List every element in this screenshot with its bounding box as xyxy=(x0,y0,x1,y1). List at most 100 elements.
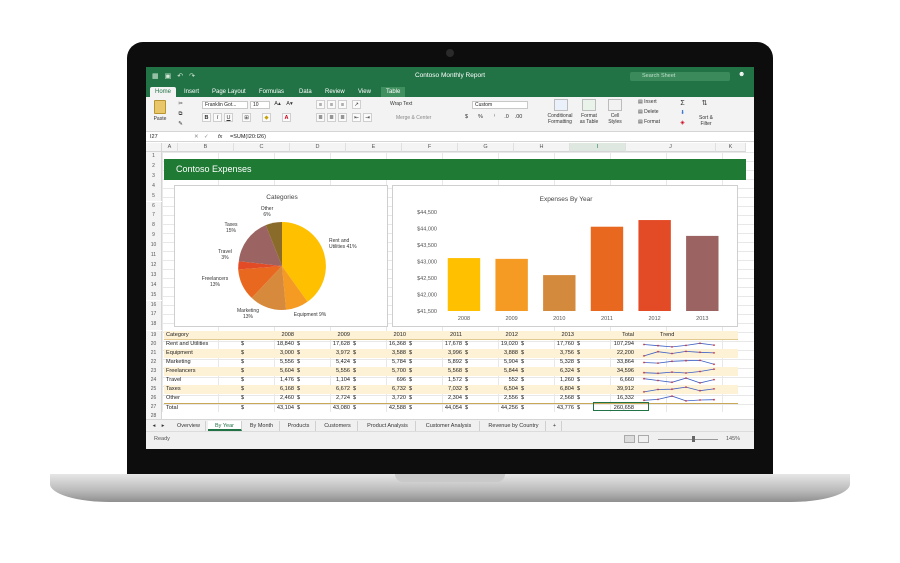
zoom-slider[interactable] xyxy=(658,439,718,440)
tab-table[interactable]: Table xyxy=(381,87,406,97)
align-right-icon[interactable]: ≣ xyxy=(338,113,347,122)
format-as-table-icon[interactable] xyxy=(582,99,596,111)
bar-2013[interactable] xyxy=(686,235,719,311)
value-cell[interactable]: 3,756 xyxy=(534,349,574,358)
bar-2008[interactable] xyxy=(447,258,481,311)
value-cell[interactable]: 3,720 xyxy=(366,394,406,403)
tab-formulas[interactable]: Formulas xyxy=(254,87,289,97)
value-cell[interactable]: 3,000 xyxy=(254,349,294,358)
value-cell[interactable]: 1,260 xyxy=(534,376,574,385)
row-header-25[interactable]: 25 xyxy=(146,385,162,394)
row-header-3[interactable]: 3 xyxy=(146,171,162,182)
value-cell[interactable]: 5,604 xyxy=(254,367,294,376)
value-cell[interactable]: 19,020 xyxy=(478,340,518,349)
align-bottom-icon[interactable]: ≡ xyxy=(338,100,347,109)
insert-function-button[interactable]: fx xyxy=(218,132,222,142)
row-header-4[interactable]: 4 xyxy=(146,181,162,192)
row-header-26[interactable]: 26 xyxy=(146,394,162,403)
value-cell[interactable]: 43,104 xyxy=(254,404,294,413)
tab-page-layout[interactable]: Page Layout xyxy=(207,87,251,97)
confirm-formula-icon[interactable]: ✓ xyxy=(204,132,209,142)
value-cell[interactable]: 2,556 xyxy=(478,394,518,403)
page-layout-view-icon[interactable] xyxy=(638,435,649,443)
table-header-cell[interactable]: Total xyxy=(594,331,634,340)
tab-insert[interactable]: Insert xyxy=(179,87,204,97)
merge-center-button[interactable]: Merge & Center xyxy=(396,115,431,121)
row-header-8[interactable]: 8 xyxy=(146,221,162,232)
value-cell[interactable]: 5,904 xyxy=(478,358,518,367)
clear-icon[interactable]: ◈ xyxy=(678,119,687,128)
italic-button[interactable]: I xyxy=(213,113,222,122)
category-cell[interactable]: Rent and Utilities xyxy=(166,340,208,349)
value-cell[interactable]: 107,294 xyxy=(594,340,634,349)
format-cells-button[interactable]: ▤ Format xyxy=(638,119,660,125)
align-middle-icon[interactable]: ≡ xyxy=(327,100,336,109)
value-cell[interactable]: 17,760 xyxy=(534,340,574,349)
row-header-1[interactable]: 1 xyxy=(146,152,162,162)
cell-styles-icon[interactable] xyxy=(608,99,622,111)
indent-increase-icon[interactable]: ⇥ xyxy=(363,113,372,122)
column-header-j[interactable]: J xyxy=(626,143,716,152)
row-header-2[interactable]: 2 xyxy=(146,161,162,172)
sheet-tab[interactable]: Customers xyxy=(318,421,358,431)
align-top-icon[interactable]: ≡ xyxy=(316,100,325,109)
value-cell[interactable]: 5,424 xyxy=(310,358,350,367)
align-left-icon[interactable]: ≣ xyxy=(316,113,325,122)
value-cell[interactable]: 5,844 xyxy=(478,367,518,376)
align-center-icon[interactable]: ≣ xyxy=(327,113,336,122)
normal-view-icon[interactable] xyxy=(624,435,635,443)
value-cell[interactable]: 552 xyxy=(478,376,518,385)
row-header-27[interactable]: 27 xyxy=(146,403,162,412)
row-header-5[interactable]: 5 xyxy=(146,191,162,202)
value-cell[interactable]: 44,256 xyxy=(478,404,518,413)
bar-2009[interactable] xyxy=(495,258,528,311)
cancel-formula-icon[interactable]: ✕ xyxy=(194,132,199,142)
table-header-cell[interactable]: 2009 xyxy=(310,331,350,340)
value-cell[interactable]: 42,588 xyxy=(366,404,406,413)
value-cell[interactable]: 2,460 xyxy=(254,394,294,403)
row-header-6[interactable]: 6 xyxy=(146,201,162,212)
sheet-tab[interactable]: By Year xyxy=(208,421,242,431)
value-cell[interactable]: 6,660 xyxy=(594,376,634,385)
sort-filter-icon[interactable]: ⇅ xyxy=(700,99,709,108)
category-cell[interactable]: Total xyxy=(166,404,178,413)
value-cell[interactable]: 43,776 xyxy=(534,404,574,413)
value-cell[interactable]: 7,032 xyxy=(422,385,462,394)
number-format-select[interactable]: Custom xyxy=(472,101,528,109)
conditional-formatting-button[interactable]: Conditional Formatting xyxy=(544,113,576,125)
row-header-19[interactable]: 19 xyxy=(146,331,162,340)
value-cell[interactable]: 43,080 xyxy=(310,404,350,413)
column-header-a[interactable]: A xyxy=(162,143,178,152)
category-cell[interactable]: Other xyxy=(166,394,180,403)
value-cell[interactable]: 1,104 xyxy=(310,376,350,385)
bar-2011[interactable] xyxy=(590,226,624,311)
row-header-16[interactable]: 16 xyxy=(146,300,162,311)
value-cell[interactable]: 33,864 xyxy=(594,358,634,367)
value-cell[interactable]: 34,596 xyxy=(594,367,634,376)
row-header-20[interactable]: 20 xyxy=(146,340,162,349)
format-as-table-button[interactable]: Format as Table xyxy=(578,113,600,125)
value-cell[interactable]: 17,678 xyxy=(422,340,462,349)
decrease-decimal-icon[interactable]: .00 xyxy=(514,113,523,122)
select-all-corner[interactable] xyxy=(146,143,162,152)
value-cell[interactable]: 2,724 xyxy=(310,394,350,403)
column-header-d[interactable]: D xyxy=(290,143,346,152)
selected-cell-i27[interactable] xyxy=(593,402,649,411)
zoom-slider-thumb[interactable] xyxy=(692,436,695,442)
table-header-cell[interactable]: Category xyxy=(166,331,189,340)
value-cell[interactable]: 696 xyxy=(366,376,406,385)
row-header-21[interactable]: 21 xyxy=(146,349,162,358)
table-header-cell[interactable]: Trend xyxy=(660,331,674,340)
bold-button[interactable]: B xyxy=(202,113,211,122)
wrap-text-button[interactable]: Wrap Text xyxy=(390,101,412,107)
search-sheet-input[interactable]: Search Sheet xyxy=(630,72,730,81)
sheet-tab[interactable]: Products xyxy=(282,421,316,431)
row-header-24[interactable]: 24 xyxy=(146,376,162,385)
fill-icon[interactable]: ⬇ xyxy=(678,109,687,118)
row-header-11[interactable]: 11 xyxy=(146,251,162,261)
row-header-10[interactable]: 10 xyxy=(146,241,162,251)
row-header-7[interactable]: 7 xyxy=(146,211,162,222)
value-cell[interactable]: 39,912 xyxy=(594,385,634,394)
orientation-icon[interactable]: ↗ xyxy=(352,100,361,109)
font-size-select[interactable]: 10 xyxy=(250,101,270,109)
